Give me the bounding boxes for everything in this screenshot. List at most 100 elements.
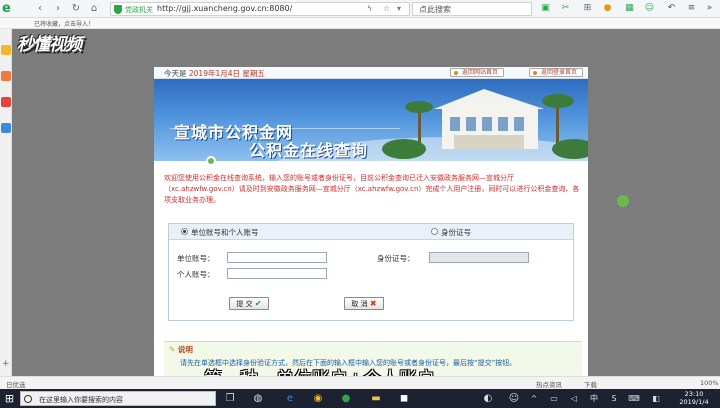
windows-taskbar: ⊞ 在这里输入你要搜索的内容 ❐ ◍ e ◉ ● ▬ ◼ ◐ ☺ ^ ▭ ◁ 中… xyxy=(0,389,720,408)
cancel-label: 取 消 xyxy=(351,300,368,308)
instructions-heading: ✎ 说明 xyxy=(169,344,193,355)
notice-text: 欢迎您使用公积金在线查询系统，输入您的账号或者身份证号，目前公积金查询已迁入安徽… xyxy=(164,174,580,204)
date-prefix: 今天是 xyxy=(164,69,187,78)
check-icon: ✔ xyxy=(254,299,262,308)
video-watermark: 秒懂视频 xyxy=(17,35,82,55)
submit-button[interactable]: 提 交 ✔ xyxy=(229,297,269,310)
site-label: 党政机关 xyxy=(125,6,153,14)
sidebar-star-icon[interactable] xyxy=(1,45,11,55)
keyboard-icon[interactable]: ⌨ xyxy=(626,391,642,406)
status-left[interactable]: 日优选 xyxy=(6,379,26,389)
building-graphic xyxy=(434,89,544,149)
auth-method-row: 单位账号和个人账号 身份证号 xyxy=(169,224,573,240)
forward-icon[interactable]: › xyxy=(52,3,64,15)
web-page: 今天是 2019年1月4日 星期五 返回网站首页 返回登录首页 宣城市公积金网 … xyxy=(12,29,720,376)
browser-sidebar: + xyxy=(0,29,12,376)
url-text[interactable]: http://gjj.xuancheng.gov.cn:8080/ xyxy=(157,4,292,13)
browser-toolbar: e ‹ › ↻ ⌂ 党政机关 http://gjj.xuancheng.gov.… xyxy=(0,0,720,18)
date-value: 2019年1月4日 星期五 xyxy=(188,69,265,78)
search-icon xyxy=(24,395,32,403)
clock-date: 2019/1/4 xyxy=(679,398,709,406)
bookmark-bar: 已将收藏，点击导入！ xyxy=(0,18,720,29)
screen: e ‹ › ↻ ⌂ 党政机关 http://gjj.xuancheng.gov.… xyxy=(0,0,720,408)
status-download[interactable]: 下载 xyxy=(584,379,597,389)
extension-icon[interactable]: ▣ xyxy=(540,3,551,14)
id-number-input[interactable] xyxy=(429,252,529,263)
address-bar[interactable]: 党政机关 http://gjj.xuancheng.gov.cn:8080/ ϟ… xyxy=(110,2,410,16)
folder-icon[interactable]: ▬ xyxy=(368,391,384,406)
banner-subtitle: 公积金在线查询 xyxy=(249,141,369,160)
return-home-link[interactable]: 返回网站首页 xyxy=(450,68,505,77)
pencil-icon: ✎ xyxy=(169,345,176,354)
browser-taskbar-icon[interactable]: ● xyxy=(338,391,354,406)
id-number-label: 身份证号： xyxy=(377,254,415,263)
taskbar-search-placeholder: 在这里输入你要搜索的内容 xyxy=(39,396,123,404)
star-icon[interactable]: ☆ xyxy=(383,4,390,13)
plus-icon xyxy=(206,156,216,166)
unit-account-input[interactable] xyxy=(227,252,327,263)
page-top-bar: 今天是 2019年1月4日 星期五 返回网站首页 返回登录首页 xyxy=(154,67,588,79)
app-icon-4[interactable]: ◐ xyxy=(480,391,496,406)
site-banner: 宣城市公积金网 公积金在线查询 xyxy=(154,79,588,161)
sidebar-news-icon[interactable] xyxy=(1,71,11,81)
cross-icon: ✖ xyxy=(369,299,377,308)
grid-icon[interactable]: ⊞ xyxy=(582,3,593,14)
scissors-icon[interactable]: ✂ xyxy=(560,3,571,14)
instructions-heading-text: 说明 xyxy=(177,345,193,354)
status-zoom[interactable]: 100% xyxy=(700,379,719,387)
back-icon[interactable]: ‹ xyxy=(34,3,46,15)
edge-icon[interactable]: e xyxy=(282,391,298,406)
start-icon[interactable]: ⊞ xyxy=(3,392,16,405)
bolt-icon[interactable]: ϟ xyxy=(367,4,372,13)
query-form: 单位账号和个人账号 身份证号 单位账号： 身份证号： 个人账号： 提 交 ✔ 取… xyxy=(168,223,574,321)
dropdown-icon[interactable]: ▾ xyxy=(397,4,401,13)
volume-icon[interactable]: ◁ xyxy=(566,391,582,406)
sidebar-chat-icon[interactable] xyxy=(1,123,11,133)
task-view-icon[interactable]: ❐ xyxy=(222,391,238,406)
search-box[interactable]: 点此搜索 xyxy=(412,2,532,16)
radio-unit-personal-label[interactable]: 单位账号和个人账号 xyxy=(191,227,259,238)
taskbar-search[interactable]: 在这里输入你要搜索的内容 xyxy=(20,391,216,406)
undo-icon[interactable]: ↶ xyxy=(666,3,677,14)
app-icon-1[interactable]: ◍ xyxy=(250,391,266,406)
query-panel: 欢迎您使用公积金在线查询系统，输入您的账号或者身份证号，目前公积金查询已迁入安徽… xyxy=(154,156,588,376)
app-icon-2[interactable]: ◉ xyxy=(310,391,326,406)
cancel-button[interactable]: 取 消 ✖ xyxy=(344,297,384,310)
shield-icon xyxy=(114,5,122,14)
menu-icon[interactable]: ≡ xyxy=(686,3,697,14)
search-placeholder: 点此搜索 xyxy=(419,5,451,14)
personal-account-label: 个人账号： xyxy=(177,270,215,279)
unit-account-label: 单位账号： xyxy=(177,254,215,263)
sidebar-video-icon[interactable] xyxy=(1,97,11,107)
status-news[interactable]: 热点资讯 xyxy=(536,379,562,389)
sidebar-add-icon[interactable]: + xyxy=(2,359,10,369)
refresh-icon[interactable]: ↻ xyxy=(70,3,82,15)
user-tray-icon[interactable]: ☺ xyxy=(506,391,522,406)
personal-account-input[interactable] xyxy=(227,268,327,279)
bookmark-hint[interactable]: 已将收藏，点击导入！ xyxy=(34,19,94,28)
radio-id-number-label[interactable]: 身份证号 xyxy=(441,227,471,238)
radio-unit-personal[interactable] xyxy=(181,228,188,235)
app-icon-3[interactable]: ◼ xyxy=(396,391,412,406)
video-subtitle: 第一种，单位账户+个人账户 xyxy=(204,365,435,376)
sync-icon[interactable]: S xyxy=(606,391,622,406)
user-icon[interactable]: ☺ xyxy=(644,3,655,14)
submit-label: 提 交 xyxy=(236,300,253,308)
apps-icon[interactable]: ▦ xyxy=(624,3,635,14)
clock-time: 23:10 xyxy=(684,390,704,398)
browser-logo-icon[interactable]: e xyxy=(2,2,18,16)
home-icon[interactable]: ⌂ xyxy=(88,3,100,15)
system-clock[interactable]: 23:10 2019/1/4 xyxy=(672,390,716,406)
today-date: 今天是 2019年1月4日 星期五 xyxy=(164,68,265,79)
coin-icon[interactable]: ● xyxy=(602,3,613,14)
browser-status-bar: 日优选 热点资讯 下载 100% xyxy=(0,376,720,389)
page-content: 今天是 2019年1月4日 星期五 返回网站首页 返回登录首页 宣城市公积金网 … xyxy=(12,29,720,376)
network-icon[interactable]: ▭ xyxy=(546,391,562,406)
app-icon-5[interactable]: ◧ xyxy=(648,391,664,406)
more-icon[interactable]: » xyxy=(704,3,715,14)
mouse-cursor-highlight xyxy=(617,195,629,207)
ime-icon[interactable]: 中 xyxy=(586,391,602,406)
radio-id-number[interactable] xyxy=(431,228,438,235)
return-login-link[interactable]: 返回登录首页 xyxy=(529,68,584,77)
tray-expand-icon[interactable]: ^ xyxy=(526,391,542,406)
